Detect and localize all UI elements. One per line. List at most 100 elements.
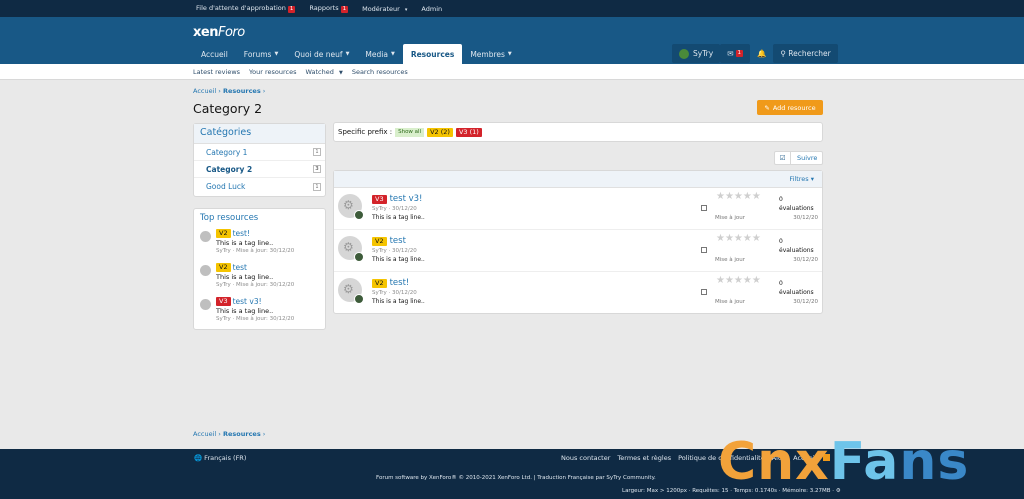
gear-icon: ⚙ xyxy=(343,198,354,212)
breadcrumb-bottom: Accueil › Resources › xyxy=(193,430,266,438)
envelope-icon: ✉ xyxy=(727,49,734,58)
breadcrumb-resources[interactable]: Resources xyxy=(223,87,261,95)
nav-tab-resources[interactable]: Resources xyxy=(402,44,463,64)
prefix-filter-bar: Specific prefix : Show all V2 (2) V3 (1) xyxy=(333,122,823,142)
resource-title-link[interactable]: test v3! xyxy=(390,194,423,204)
list-item: V2 test! This is a tag line.. SyTry · Mis… xyxy=(194,227,325,261)
top-resources-title: Top resources xyxy=(200,213,259,223)
subnav-watched[interactable]: Watched ▼ xyxy=(306,68,343,76)
breadcrumb-resources[interactable]: Resources xyxy=(223,430,261,438)
sub-nav: Latest reviews Your resources Watched ▼ … xyxy=(0,64,1024,80)
chevron-down-icon[interactable]: ▼ xyxy=(274,51,278,57)
chevron-down-icon: ▼ xyxy=(338,70,343,76)
staff-bar: File d'attente d'approbation 1 Rapports 1 … xyxy=(0,0,1024,17)
resource-title-link[interactable]: test xyxy=(390,236,406,246)
checkbox-icon[interactable]: ☑ xyxy=(775,152,791,164)
table-row: ⚙ V2 test SyTry · 30/12/20 This is a tag … xyxy=(334,230,822,272)
subnav-your-resources[interactable]: Your resources xyxy=(249,68,296,76)
resource-icon: ⚙ xyxy=(338,194,364,220)
avatar xyxy=(354,252,364,262)
resource-icon xyxy=(200,299,211,310)
search-icon: ⚲ xyxy=(780,49,786,58)
list-item: V2 test This is a tag line.. SyTry · Mise… xyxy=(194,261,325,295)
table-row: ⚙ V2 test! SyTry · 30/12/20 This is a tag… xyxy=(334,272,822,314)
chevron-down-icon[interactable]: ▼ xyxy=(346,51,350,57)
chevron-down-icon[interactable]: ▼ xyxy=(508,51,512,57)
rating-stars: ★★★★★ xyxy=(716,275,761,286)
avatar xyxy=(354,294,364,304)
resource-title-link[interactable]: test! xyxy=(390,278,410,288)
prefix-badge: V2 xyxy=(372,278,387,288)
user-nav: SyTry ✉ 1 🔔 ⚲ Rechercher xyxy=(672,44,838,63)
subnav-search-resources[interactable]: Search resources xyxy=(352,68,408,76)
show-all-prefix[interactable]: Show all xyxy=(395,127,425,137)
prefix-badge: V3 xyxy=(216,297,231,306)
select-checkbox[interactable] xyxy=(701,205,707,211)
category-item[interactable]: Category 11 xyxy=(194,144,325,161)
breadcrumb-home[interactable]: Accueil xyxy=(193,430,216,438)
nav-tab-home[interactable]: Accueil xyxy=(193,44,236,64)
resource-icon xyxy=(200,265,211,276)
prefix-badge: V3 xyxy=(372,194,387,204)
resource-link[interactable]: test! xyxy=(233,229,250,238)
nav-tab-members[interactable]: Membres ▼ xyxy=(462,44,519,64)
gear-icon: ⚙ xyxy=(343,240,354,254)
site-header: xenForo Accueil Forums ▼ Quoi de neuf ▼ Me… xyxy=(0,17,1024,64)
footer-link-contact[interactable]: Nous contacter xyxy=(561,454,610,462)
add-resource-button[interactable]: ✎ Add resource xyxy=(757,100,823,115)
resource-icon xyxy=(200,231,211,242)
prefix-filter-v3[interactable]: V3 (1) xyxy=(455,127,482,137)
resource-link[interactable]: test xyxy=(233,263,247,272)
inbox-button[interactable]: ✉ 1 xyxy=(720,44,750,63)
categories-panel: Catégories Category 11 Category 23 Good … xyxy=(193,123,326,197)
subnav-latest-reviews[interactable]: Latest reviews xyxy=(193,68,240,76)
category-item[interactable]: Good Luck 1 xyxy=(194,178,325,195)
category-count: 1 xyxy=(313,182,321,191)
language-chooser[interactable]: 🌐 Français (FR) xyxy=(194,454,246,462)
prefix-badge: V2 xyxy=(216,229,231,238)
nav-tab-media[interactable]: Media ▼ xyxy=(357,44,402,64)
moderator-menu[interactable]: Modérateur ▾ xyxy=(362,5,407,13)
approval-badge: 1 xyxy=(287,6,296,13)
avatar xyxy=(354,210,364,220)
chevron-down-icon: ▾ xyxy=(404,6,408,13)
prefix-badge: V2 xyxy=(372,236,387,246)
select-checkbox[interactable] xyxy=(701,289,707,295)
top-resources-panel: Top resources V2 test! This is a tag line… xyxy=(193,208,326,330)
alerts-button[interactable]: 🔔 xyxy=(750,44,773,63)
category-item-active[interactable]: Category 23 xyxy=(194,161,325,178)
avatar xyxy=(679,48,689,59)
footer-link-terms[interactable]: Termes et règles xyxy=(617,454,671,462)
list-item: V3 test v3! This is a tag line.. SyTry · … xyxy=(194,295,325,329)
resource-icon: ⚙ xyxy=(338,278,364,304)
filters-button[interactable]: Filtres ▾ xyxy=(334,171,822,188)
rating-stars: ★★★★★ xyxy=(716,191,761,202)
prefix-filter-v2[interactable]: V2 (2) xyxy=(427,127,453,137)
resource-list: Filtres ▾ ⚙ V3 test v3! SyTry · 30/12/20 … xyxy=(333,170,823,314)
table-row: ⚙ V3 test v3! SyTry · 30/12/20 This is a … xyxy=(334,188,822,230)
gear-icon: ⚙ xyxy=(343,282,354,296)
reports-badge: 1 xyxy=(340,6,349,13)
search-button[interactable]: ⚲ Rechercher xyxy=(773,44,838,63)
admin-link[interactable]: Admin xyxy=(421,5,442,13)
edit-icon: ✎ xyxy=(764,103,770,112)
follow-button[interactable]: ☑ Suivre xyxy=(774,151,823,165)
reports-link[interactable]: Rapports 1 xyxy=(309,4,349,13)
copyright: Forum software by XenForo® © 2010-2021 X… xyxy=(376,475,656,481)
user-menu[interactable]: SyTry xyxy=(672,44,721,63)
chevron-down-icon[interactable]: ▼ xyxy=(391,51,395,57)
nav-tab-forums[interactable]: Forums ▼ xyxy=(236,44,287,64)
bell-icon: 🔔 xyxy=(757,49,767,58)
rating-stars: ★★★★★ xyxy=(716,233,761,244)
breadcrumb: Accueil › Resources › xyxy=(193,87,266,95)
category-count: 1 xyxy=(313,148,321,156)
nav-tab-whats-new[interactable]: Quoi de neuf ▼ xyxy=(286,44,357,64)
breadcrumb-home[interactable]: Accueil xyxy=(193,87,216,95)
watermark-logo: CnxFans xyxy=(718,432,970,492)
approval-queue-link[interactable]: File d'attente d'approbation 1 xyxy=(196,4,296,13)
site-logo[interactable]: xenForo xyxy=(193,25,245,40)
inbox-badge: 1 xyxy=(735,50,743,57)
select-checkbox[interactable] xyxy=(701,247,707,253)
globe-icon: 🌐 xyxy=(194,454,203,462)
resource-link[interactable]: test v3! xyxy=(233,297,262,306)
